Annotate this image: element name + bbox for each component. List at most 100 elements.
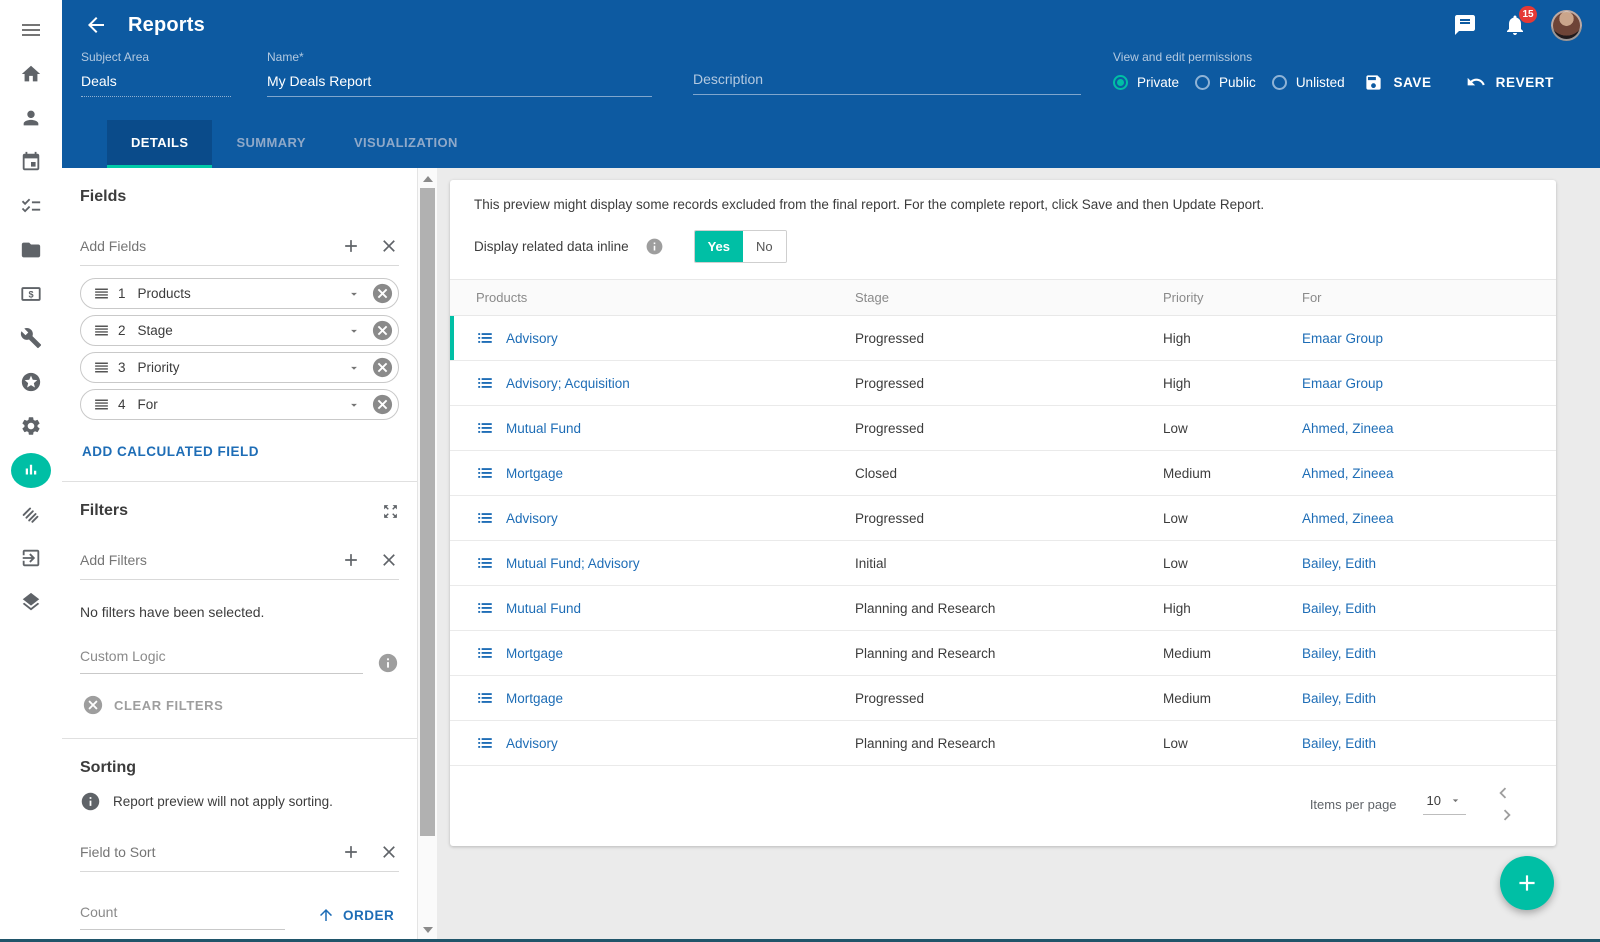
add-calculated-field-button[interactable]: ADD CALCULATED FIELD bbox=[82, 444, 259, 459]
priority-cell: Low bbox=[1163, 736, 1302, 751]
product-link[interactable]: Advisory bbox=[506, 331, 558, 346]
contacts-icon[interactable] bbox=[0, 96, 62, 140]
favorites-icon[interactable] bbox=[0, 360, 62, 404]
settings-icon[interactable] bbox=[0, 404, 62, 448]
scroll-up-arrow[interactable] bbox=[423, 176, 433, 182]
product-link[interactable]: Advisory; Acquisition bbox=[506, 376, 630, 391]
product-link[interactable]: Mutual Fund; Advisory bbox=[506, 556, 640, 571]
tasks-icon[interactable] bbox=[0, 184, 62, 228]
radio-unlisted[interactable]: Unlisted bbox=[1272, 75, 1345, 90]
for-link[interactable]: Ahmed, Zineea bbox=[1302, 466, 1556, 481]
menu-icon[interactable] bbox=[0, 8, 62, 52]
add-field-button[interactable] bbox=[341, 236, 361, 256]
field-dropdown-caret[interactable] bbox=[347, 324, 361, 338]
expand-filters-icon[interactable] bbox=[382, 503, 399, 520]
scroll-down-arrow[interactable] bbox=[423, 927, 433, 933]
clear-filters-button[interactable]: CLEAR FILTERS bbox=[82, 694, 223, 716]
product-link[interactable]: Mortgage bbox=[506, 466, 563, 481]
drag-handle-icon[interactable] bbox=[93, 359, 110, 376]
for-link[interactable]: Bailey, Edith bbox=[1302, 646, 1556, 661]
for-link[interactable]: Emaar Group bbox=[1302, 376, 1556, 391]
save-button[interactable]: SAVE bbox=[1364, 73, 1431, 92]
drag-handle-icon[interactable] bbox=[93, 322, 110, 339]
next-page-button[interactable] bbox=[1496, 804, 1518, 826]
description-input[interactable] bbox=[693, 71, 1081, 95]
product-link[interactable]: Advisory bbox=[506, 511, 558, 526]
info-icon[interactable] bbox=[645, 237, 664, 256]
for-link[interactable]: Bailey, Edith bbox=[1302, 556, 1556, 571]
tools-icon[interactable] bbox=[0, 316, 62, 360]
toggle-yes-button[interactable]: Yes bbox=[695, 231, 743, 262]
info-icon[interactable] bbox=[377, 652, 399, 674]
previous-page-button[interactable] bbox=[1492, 782, 1514, 804]
radio-private[interactable]: Private bbox=[1113, 75, 1179, 90]
items-per-page-select[interactable]: 10 bbox=[1423, 793, 1466, 815]
product-link[interactable]: Mortgage bbox=[506, 646, 563, 661]
for-link[interactable]: Ahmed, Zineea bbox=[1302, 511, 1556, 526]
permissions-label: View and edit permissions bbox=[1113, 50, 1345, 64]
table-row: Mortgage Progressed Medium Bailey, Edith bbox=[450, 676, 1556, 721]
remove-field-button[interactable] bbox=[371, 319, 394, 342]
home-icon[interactable] bbox=[0, 52, 62, 96]
toggle-no-button[interactable]: No bbox=[743, 231, 786, 262]
clear-fields-button[interactable] bbox=[379, 236, 399, 256]
add-sort-field-button[interactable] bbox=[341, 842, 361, 862]
report-name-value[interactable]: My Deals Report bbox=[267, 73, 652, 97]
product-link[interactable]: Mutual Fund bbox=[506, 421, 581, 436]
back-button[interactable] bbox=[84, 13, 108, 37]
product-link[interactable]: Advisory bbox=[506, 736, 558, 751]
remove-field-button[interactable] bbox=[371, 282, 394, 305]
tab-details[interactable]: DETAILS bbox=[107, 120, 212, 168]
reports-icon[interactable] bbox=[0, 448, 62, 492]
page-title: Reports bbox=[128, 14, 205, 37]
remove-field-button[interactable] bbox=[371, 393, 394, 416]
product-link[interactable]: Mortgage bbox=[506, 691, 563, 706]
field-pill[interactable]: 3 Priority bbox=[80, 352, 399, 383]
sorting-title: Sorting bbox=[80, 759, 399, 777]
layers-icon[interactable] bbox=[0, 580, 62, 624]
icon-rail: $ bbox=[0, 0, 62, 939]
documents-icon[interactable] bbox=[0, 228, 62, 272]
for-link[interactable]: Emaar Group bbox=[1302, 331, 1556, 346]
fields-title: Fields bbox=[80, 188, 399, 206]
exit-icon[interactable] bbox=[0, 536, 62, 580]
radio-public[interactable]: Public bbox=[1195, 75, 1256, 90]
panel-scrollbar[interactable] bbox=[417, 168, 437, 939]
notifications-icon[interactable]: 15 bbox=[1503, 13, 1527, 37]
report-name-field[interactable]: Name* My Deals Report bbox=[267, 50, 652, 97]
chat-icon[interactable] bbox=[1453, 13, 1477, 37]
tab-summary[interactable]: SUMMARY bbox=[212, 120, 329, 168]
clear-sort-field-button[interactable] bbox=[379, 842, 399, 862]
add-filter-button[interactable] bbox=[341, 550, 361, 570]
for-link[interactable]: Bailey, Edith bbox=[1302, 601, 1556, 616]
field-dropdown-caret[interactable] bbox=[347, 398, 361, 412]
calendar-icon[interactable] bbox=[0, 140, 62, 184]
tab-visualization[interactable]: VISUALIZATION bbox=[330, 120, 482, 168]
for-link[interactable]: Ahmed, Zineea bbox=[1302, 421, 1556, 436]
avatar[interactable] bbox=[1551, 10, 1582, 41]
add-record-fab[interactable] bbox=[1500, 856, 1554, 910]
count-input[interactable]: Count bbox=[80, 904, 285, 930]
clear-filter-input-button[interactable] bbox=[379, 550, 399, 570]
drag-handle-icon[interactable] bbox=[93, 396, 110, 413]
scrollbar-thumb[interactable] bbox=[420, 188, 435, 836]
for-link[interactable]: Bailey, Edith bbox=[1302, 691, 1556, 706]
field-pill[interactable]: 4 For bbox=[80, 389, 399, 420]
drag-handle-icon[interactable] bbox=[93, 285, 110, 302]
field-dropdown-caret[interactable] bbox=[347, 361, 361, 375]
list-icon bbox=[476, 464, 494, 482]
chevron-down-icon bbox=[1449, 794, 1462, 807]
field-pill[interactable]: 1 Products bbox=[80, 278, 399, 309]
field-dropdown-caret[interactable] bbox=[347, 287, 361, 301]
radio-dot bbox=[1113, 75, 1128, 90]
remove-field-button[interactable] bbox=[371, 356, 394, 379]
field-pill[interactable]: 2 Stage bbox=[80, 315, 399, 346]
product-link[interactable]: Mutual Fund bbox=[506, 601, 581, 616]
stage-cell: Progressed bbox=[855, 691, 1163, 706]
revert-button[interactable]: REVERT bbox=[1466, 72, 1554, 92]
for-link[interactable]: Bailey, Edith bbox=[1302, 736, 1556, 751]
invoices-icon[interactable]: $ bbox=[0, 272, 62, 316]
deals-icon[interactable] bbox=[0, 492, 62, 536]
custom-logic-input[interactable]: Custom Logic bbox=[80, 648, 363, 674]
order-button[interactable]: ORDER bbox=[317, 906, 394, 930]
